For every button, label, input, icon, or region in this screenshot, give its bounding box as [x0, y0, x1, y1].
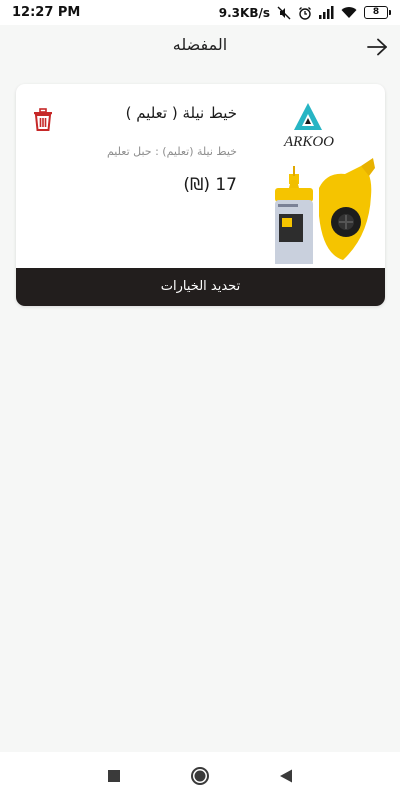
mute-icon [277, 6, 291, 20]
signal-icon [319, 6, 334, 19]
alarm-icon [298, 6, 312, 20]
square-icon [108, 770, 120, 782]
product-name[interactable]: خيط نيلة ( تعليم ) [126, 104, 237, 122]
recents-button[interactable] [102, 764, 126, 788]
network-speed: 9.3KB/s [218, 5, 270, 20]
product-photo: ARKOO [275, 103, 375, 270]
trash-icon [34, 108, 52, 131]
nav-back-button[interactable] [274, 764, 298, 788]
triangle-back-icon [280, 769, 292, 783]
delete-button[interactable] [32, 108, 54, 132]
favorite-item-card: ARKOO خيط نيلة ( تعليم ) خيط نيلة (تعليم… [16, 84, 385, 306]
status-time: 12:27 PM [12, 5, 81, 20]
system-nav-bar [0, 752, 400, 800]
product-variant: خيط نيلة (تعليم) : حبل تعليم [106, 145, 237, 158]
status-icons: 9.3KB/s 8 [218, 5, 391, 20]
brand-logo [294, 103, 322, 130]
product-price: 17 (₪) [183, 175, 237, 195]
update-options-button[interactable]: تحديد الخيارات [16, 268, 385, 306]
product-image[interactable]: ARKOO [269, 96, 377, 270]
battery-icon: 8 [364, 6, 391, 19]
status-bar: 12:27 PM 9.3KB/s 8 [0, 0, 400, 25]
home-button[interactable] [188, 764, 212, 788]
wifi-icon [341, 6, 357, 19]
app-header: المفضله [0, 25, 400, 70]
arrow-right-icon [367, 38, 387, 56]
back-button[interactable] [364, 34, 390, 60]
brand-logo-text: ARKOO [283, 134, 334, 150]
page-title: المفضله [172, 35, 228, 54]
circle-icon [191, 767, 209, 785]
